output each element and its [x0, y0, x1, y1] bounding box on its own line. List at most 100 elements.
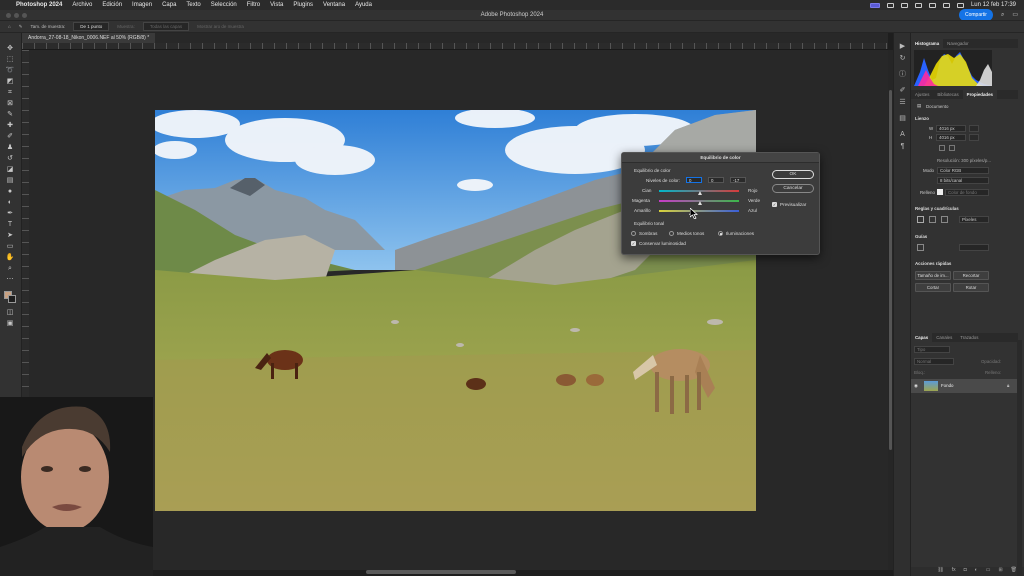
layers-scrollbar[interactable] [1017, 340, 1022, 576]
hand-tool-icon[interactable]: ✋ [5, 254, 15, 261]
bits-select[interactable]: 8 bits/canal [937, 177, 989, 184]
status-icon[interactable] [886, 2, 894, 8]
eyedropper-tool-icon[interactable]: ✎ [5, 111, 15, 118]
move-tool-icon[interactable]: ✥ [5, 45, 15, 52]
layer-name[interactable]: Fondo [941, 383, 953, 388]
play-icon[interactable]: ▶ [898, 43, 907, 50]
menu-imagen[interactable]: Imagen [132, 2, 152, 8]
stamp-tool-icon[interactable]: ♟ [5, 144, 15, 151]
cyan-red-slider-knob[interactable] [698, 191, 702, 195]
menu-vista[interactable]: Vista [270, 2, 283, 8]
tab-histogram[interactable]: Histograma [911, 39, 944, 48]
quick-actions-title[interactable]: Acciones rápidas [915, 261, 951, 266]
tab-layers[interactable]: Capas [911, 333, 933, 342]
visibility-eye-icon[interactable]: ◉ [914, 383, 918, 389]
blur-tool-icon[interactable]: ● [5, 188, 15, 195]
new-layer-icon[interactable]: ⊞ [998, 567, 1002, 576]
link-icon[interactable] [939, 145, 945, 151]
tab-libraries[interactable]: Bibliotecas [933, 90, 962, 99]
trim-button[interactable]: Cortar [915, 283, 951, 292]
menu-edicion[interactable]: Edición [102, 2, 122, 8]
blend-mode-select[interactable]: Normal [914, 358, 954, 365]
level-yellow-blue-input[interactable]: -17 [730, 177, 746, 183]
healing-brush-icon[interactable]: ✚ [5, 122, 15, 129]
pen-tool-icon[interactable]: ✒ [5, 210, 15, 217]
x-input[interactable] [969, 125, 979, 132]
tab-properties[interactable]: Propiedades [962, 90, 997, 99]
preview-label[interactable]: Previsualizar [780, 202, 806, 207]
sliders-icon[interactable]: ☰ [898, 99, 907, 106]
more-tools-icon[interactable]: ⋯ [5, 276, 15, 283]
shadows-label[interactable]: Sombras [639, 231, 657, 236]
menu-archivo[interactable]: Archivo [72, 2, 92, 8]
level-cyan-red-input[interactable]: 0 [686, 177, 702, 183]
home-icon[interactable]: ⌂ [8, 24, 11, 29]
history-brush-icon[interactable]: ↺ [5, 155, 15, 162]
fill-select[interactable]: Color de fondo [945, 189, 989, 196]
window-controls[interactable] [6, 13, 27, 18]
workspace-icon[interactable]: ▭ [1012, 10, 1018, 20]
menu-clock[interactable]: Lun 12 feb 17:39 [971, 2, 1016, 8]
sample-size-select[interactable]: De 1 punto [73, 22, 110, 31]
tab-adjustments[interactable]: Ajustes [911, 90, 933, 99]
search-icon[interactable]: ⌕ [1001, 10, 1004, 20]
midtones-radio[interactable] [669, 231, 674, 236]
lasso-tool-icon[interactable]: ➰ [5, 67, 15, 74]
cancel-button[interactable]: Cancelar [772, 184, 814, 193]
show-ring-checkbox[interactable]: Mostrar aro de muestra [197, 24, 244, 29]
orientation-icon[interactable] [949, 145, 955, 151]
screen-share-icon[interactable] [869, 2, 880, 8]
preserve-luminosity-label[interactable]: Conservar luminosidad [639, 241, 686, 246]
dodge-tool-icon[interactable]: ◐ [5, 199, 15, 206]
object-select-icon[interactable]: ◩ [5, 78, 15, 85]
background-color-swatch[interactable] [8, 295, 16, 303]
shadows-radio[interactable] [631, 231, 636, 236]
ok-button[interactable]: OK [772, 170, 814, 179]
frame-tool-icon[interactable]: ⊠ [5, 100, 15, 107]
height-input[interactable]: 4016 px [936, 134, 966, 141]
cloud-icon[interactable] [900, 2, 908, 8]
grid-icon[interactable] [929, 216, 936, 223]
zoom-tool-icon[interactable]: ⌕ [5, 265, 15, 272]
tab-paths[interactable]: Trazados [956, 333, 982, 342]
gradient-tool-icon[interactable]: ▤ [5, 177, 15, 184]
menu-plugins[interactable]: Plugins [293, 2, 313, 8]
preview-checkbox[interactable]: ✓ [772, 202, 777, 207]
tab-channels[interactable]: Canales [932, 333, 956, 342]
layer-row[interactable]: ◉ Fondo 🔒︎ [911, 379, 1018, 393]
fx-icon[interactable]: fx [952, 567, 956, 576]
layer-filter-select[interactable]: Tipo [914, 346, 950, 353]
paragraph-icon[interactable]: ¶ [898, 143, 907, 150]
folder-icon[interactable]: ▭ [986, 567, 991, 576]
guides-style-select[interactable] [959, 244, 989, 251]
ruler-icon[interactable] [917, 216, 924, 223]
info-icon[interactable]: ⓘ [898, 71, 907, 78]
ruler-horizontal[interactable] [22, 43, 888, 50]
highlights-radio[interactable] [718, 231, 723, 236]
adjustment-layer-icon[interactable]: ◐ [975, 567, 978, 576]
link-layers-icon[interactable]: ⛓ [937, 567, 943, 576]
path-select-icon[interactable]: ➤ [5, 232, 15, 239]
magenta-green-slider-knob[interactable] [698, 201, 702, 205]
document-tab[interactable]: Andorra_27-08-18_Nikon_0006.NEF al 50% (… [22, 33, 156, 43]
shape-tool-icon[interactable]: ▭ [5, 243, 15, 250]
crop-button[interactable]: Recortar [953, 271, 989, 280]
dialog-title[interactable]: Equilibrio de color [622, 153, 819, 163]
wifi-icon[interactable] [928, 2, 936, 8]
type-tool-icon[interactable]: T [5, 221, 15, 228]
guides-title[interactable]: Guías [915, 234, 927, 239]
menu-seleccion[interactable]: Selección [211, 2, 237, 8]
menu-ventana[interactable]: Ventana [323, 2, 345, 8]
crop-tool-icon[interactable]: ⌗ [5, 89, 15, 96]
menu-filtro[interactable]: Filtro [247, 2, 260, 8]
marquee-tool-icon[interactable]: ⬚ [5, 56, 15, 63]
character-icon[interactable]: A [898, 131, 907, 138]
preserve-luminosity-checkbox[interactable]: ✓ [631, 241, 636, 246]
eyedropper-icon[interactable]: ✎ [19, 24, 23, 30]
level-magenta-green-input[interactable]: 0 [708, 177, 724, 183]
yellow-blue-slider[interactable] [659, 210, 739, 212]
width-input[interactable]: 4016 px [936, 125, 966, 132]
canvas-section-title[interactable]: Lienzo [915, 116, 929, 121]
rotate-button[interactable]: Rotar [953, 283, 989, 292]
menu-texto[interactable]: Texto [186, 2, 200, 8]
